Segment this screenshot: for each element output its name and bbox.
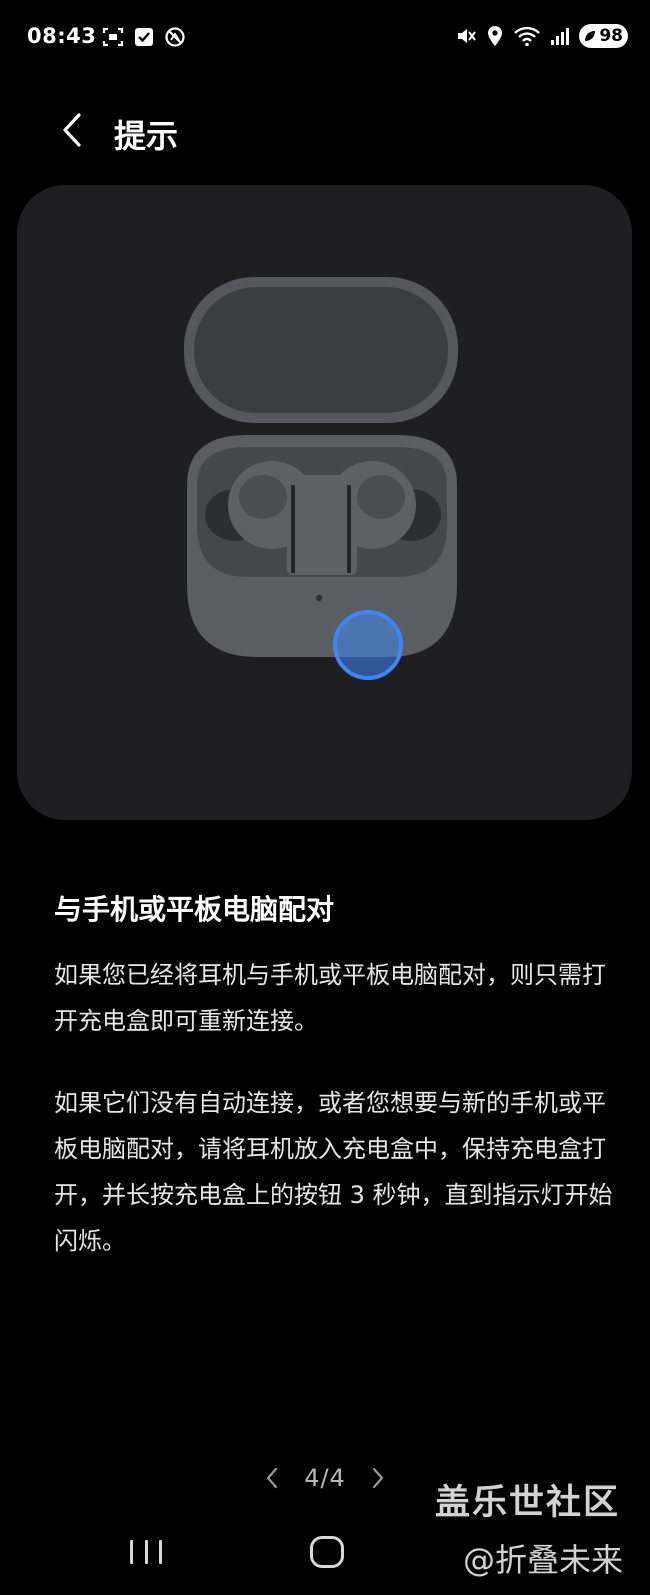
pager-prev-button[interactable]	[260, 1463, 284, 1493]
instruction-paragraph-1: 如果您已经将耳机与手机或平板电脑配对，则只需打开充电盒即可重新连接。	[54, 961, 606, 1035]
watermark-subtitle: @折叠未来	[463, 1541, 624, 1579]
page-indicator: 4/4	[304, 1464, 346, 1492]
chevron-left-icon	[266, 1467, 278, 1489]
status-time: 08:43	[27, 24, 97, 48]
chevron-right-icon	[372, 1467, 384, 1489]
status-right-icons: 98	[455, 24, 628, 48]
home-button[interactable]	[310, 1536, 344, 1568]
no-signal-icon	[165, 27, 185, 47]
pager-next-button[interactable]	[366, 1463, 390, 1493]
chevron-left-icon	[63, 113, 81, 147]
recents-icon-bar	[144, 1540, 148, 1564]
recents-icon-bar	[159, 1540, 162, 1564]
recents-icon-bar	[130, 1540, 133, 1564]
earbuds-charging-case-icon	[184, 277, 458, 680]
signal-icon	[551, 28, 570, 45]
page-title: 提示	[114, 117, 179, 155]
check-box-icon	[135, 28, 153, 46]
power-saving-leaf-icon	[585, 31, 596, 41]
tips-page: 08:43 98 提示 与手机或平板电脑配对 如果您已经将耳机与手机或平板电脑配…	[0, 0, 650, 1595]
location-icon	[488, 26, 503, 46]
instruction-paragraph-2: 如果它们没有自动连接，或者您想要与新的手机或平板电脑配对，请将耳机放入充电盒中，…	[54, 1089, 613, 1255]
watermark-title: 盖乐世社区	[435, 1483, 621, 1523]
section-heading: 与手机或平板电脑配对	[54, 893, 335, 926]
illustration-card	[17, 185, 632, 820]
wifi-icon	[514, 26, 541, 47]
mute-icon	[458, 29, 477, 43]
pager: 4/4	[260, 1458, 390, 1498]
battery-indicator: 98	[579, 24, 628, 48]
status-left-icons	[102, 26, 186, 48]
screenshot-icon	[102, 27, 124, 47]
recents-button[interactable]	[130, 1538, 162, 1566]
battery-level: 98	[599, 26, 623, 46]
status-bar: 08:43 98	[0, 0, 650, 78]
back-button[interactable]	[52, 108, 92, 152]
